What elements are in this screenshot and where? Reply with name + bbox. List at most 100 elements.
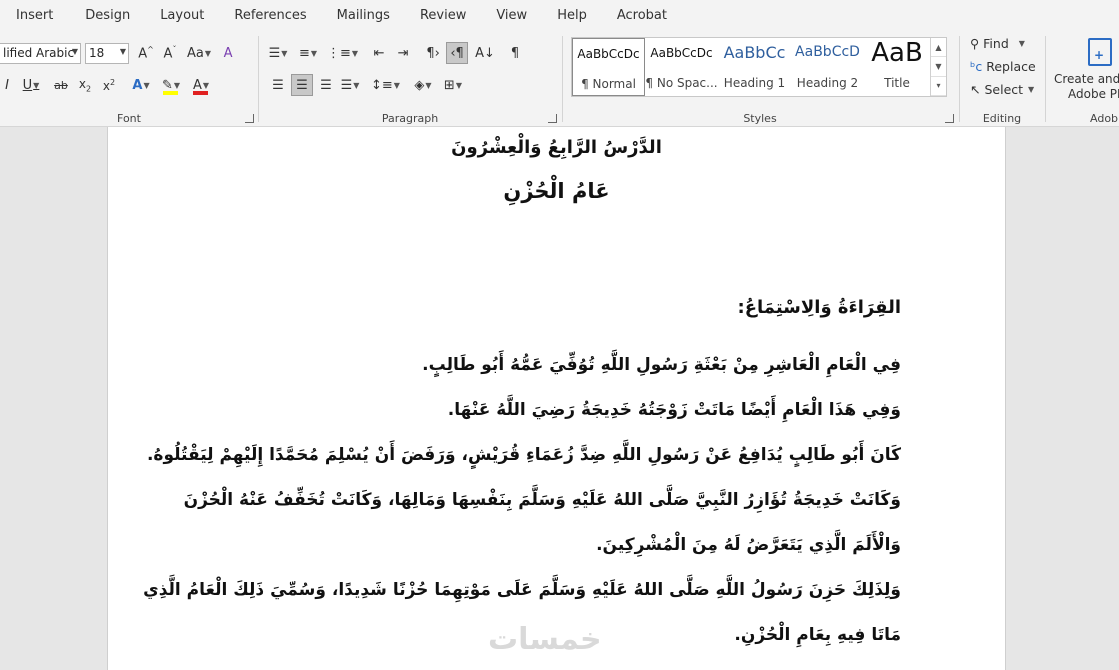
chevron-down-icon: ▼: [351, 48, 359, 58]
superscript-icon: x2: [102, 77, 116, 93]
italic-icon: I: [5, 77, 9, 93]
tab-view[interactable]: View: [492, 0, 531, 32]
bullet-list-icon: ☰: [268, 45, 281, 61]
create-pdf-icon[interactable]: +: [1088, 38, 1112, 66]
sort-button[interactable]: A↓: [474, 42, 496, 64]
chevron-down-icon: ▼: [119, 46, 126, 56]
create-pdf-label[interactable]: Create and S: [1054, 72, 1119, 86]
chevron-down-icon: ▼: [393, 80, 400, 90]
tab-acrobat[interactable]: Acrobat: [613, 0, 671, 32]
paragraph-line: وَكَانَتْ خَدِيجَةُ تُؤَازِرُ النَّبِيَّ…: [183, 490, 901, 510]
subscript-icon: x2: [78, 76, 92, 94]
align-center-button[interactable]: ☰: [291, 74, 313, 96]
font-color-button[interactable]: A ▼: [190, 74, 212, 96]
paragraph-line: وَلِذَلِكَ حَزِنَ رَسُولُ اللَّهِ صَلَّى…: [143, 580, 901, 600]
borders-button[interactable]: ⊞ ▼: [442, 74, 464, 96]
styles-group-label: Styles: [743, 112, 777, 125]
editing-group-label: Editing: [982, 112, 1022, 125]
text-effects-icon: A: [132, 77, 143, 93]
right-to-left-icon: ‹¶: [450, 45, 464, 61]
tab-mailings[interactable]: Mailings: [333, 0, 394, 32]
grow-font-button[interactable]: A^: [135, 42, 157, 64]
paragraph-line: فِي الْعَامِ الْعَاشِرِ مِنْ بَعْثَةِ رَ…: [422, 355, 901, 375]
numbered-list-icon: ≡: [298, 45, 310, 61]
font-color-swatch: [193, 91, 208, 95]
styles-dialog-launcher-icon[interactable]: ↘: [945, 114, 954, 123]
highlight-color-button[interactable]: ✎ ▼: [160, 74, 182, 96]
paragraph-line: مَاتَا فِيهِ بِعَامِ الْحُزْنِ.: [734, 625, 901, 645]
chevron-down-icon: ▼: [143, 80, 150, 90]
multilevel-list-icon: ⋮≡: [327, 45, 351, 61]
borders-icon: ⊞: [443, 77, 455, 93]
document-page[interactable]: الدَّرْسُ الرَّابِعُ وَالْعِشْرُونَ عَام…: [107, 127, 1006, 670]
rtl-button[interactable]: ‹¶: [446, 42, 469, 64]
bullets-button[interactable]: ☰ ▼: [267, 42, 289, 64]
decrease-indent-button[interactable]: ⇤: [368, 42, 390, 64]
chevron-down-icon: ▼: [33, 80, 40, 90]
tab-layout[interactable]: Layout: [156, 0, 208, 32]
change-case-icon: Aa: [187, 45, 204, 61]
styles-group: Styles ↘: [562, 32, 958, 127]
underline-icon: U: [22, 77, 33, 93]
adobe-group: + Create and S Adobe PD Adob: [1046, 32, 1119, 127]
chevron-down-icon: ▼: [281, 48, 288, 58]
chevron-down-icon: ▼: [71, 46, 78, 56]
chevron-down-icon: ▼: [310, 48, 318, 58]
paragraph-dialog-launcher-icon[interactable]: ↘: [548, 114, 557, 123]
align-right-icon: ☰: [320, 77, 332, 93]
create-pdf-label-2[interactable]: Adobe PD: [1068, 87, 1119, 101]
shrink-font-button[interactable]: Aˇ: [159, 42, 181, 64]
change-case-button[interactable]: Aa ▼: [187, 42, 211, 64]
shading-button[interactable]: ◈ ▼: [412, 74, 434, 96]
clear-formatting-icon: A: [223, 45, 233, 61]
strikethrough-icon: ab: [54, 78, 68, 92]
chevron-down-icon: ▼: [202, 80, 210, 90]
paragraph-group-label: Paragraph: [381, 112, 439, 125]
editing-group: Editing: [960, 32, 1044, 127]
font-size-combo[interactable]: 18 ▼: [85, 42, 129, 64]
font-name-combo[interactable]: lified Arabic ▼: [0, 42, 81, 64]
underline-button[interactable]: U ▼: [20, 74, 42, 96]
watermark: خمسات: [488, 622, 602, 657]
font-size-value: 18: [89, 46, 105, 60]
pilcrow-icon: ¶: [510, 45, 520, 61]
increase-indent-button[interactable]: ⇥: [392, 42, 414, 64]
line-spacing-icon: ↕≡: [371, 77, 393, 93]
adobe-group-label: Adob: [1090, 112, 1119, 125]
ribbon-tabs: Insert Design Layout References Mailings…: [0, 0, 1119, 32]
chevron-down-icon: ▼: [455, 80, 462, 90]
show-marks-button[interactable]: ¶: [504, 42, 526, 64]
tab-review[interactable]: Review: [416, 0, 470, 32]
multilevel-list-button[interactable]: ⋮≡ ▼: [327, 42, 358, 64]
paragraph-group: ☰ ▼ ≡ ▼ ⋮≡ ▼ ⇤ ⇥ ¶› ‹¶ A↓ ¶ ☰ ☰ ☰ ☰ ▼ ↕≡ ▼ ◈ ▼…: [259, 32, 561, 127]
numbering-button[interactable]: ≡ ▼: [297, 42, 319, 64]
strikethrough-button[interactable]: ab: [50, 74, 72, 96]
italic-button[interactable]: I: [0, 74, 14, 96]
font-dialog-launcher-icon[interactable]: ↘: [245, 114, 254, 123]
align-center-icon: ☰: [296, 77, 308, 93]
tab-design[interactable]: Design: [81, 0, 134, 32]
ltr-button[interactable]: ¶›: [422, 42, 444, 64]
shrink-font-icon: Aˇ: [163, 44, 177, 62]
section-heading: القِرَاءَةُ وَالِاسْتِمَاعُ:: [737, 297, 901, 318]
justify-button[interactable]: ☰ ▼: [339, 74, 361, 96]
left-to-right-icon: ¶›: [426, 45, 440, 61]
clear-formatting-button[interactable]: A: [217, 42, 239, 64]
line-spacing-button[interactable]: ↕≡ ▼: [371, 74, 400, 96]
text-effects-button[interactable]: A ▼: [130, 74, 152, 96]
tab-insert[interactable]: Insert: [12, 0, 57, 32]
tab-references[interactable]: References: [230, 0, 310, 32]
tab-help[interactable]: Help: [553, 0, 591, 32]
ribbon: lified Arabic ▼ 18 ▼ A^ Aˇ Aa ▼ A I U ▼ ab x…: [0, 32, 1119, 127]
paint-bucket-icon: ◈: [414, 77, 425, 93]
superscript-button[interactable]: x2: [98, 74, 120, 96]
subscript-button[interactable]: x2: [74, 74, 96, 96]
lesson-subtitle: عَامُ الْحُزْنِ: [503, 179, 610, 203]
align-right-button[interactable]: ☰: [315, 74, 337, 96]
paragraph-line: كَانَ أَبُو طَالِبٍ يُدَافِعُ عَنْ رَسُو…: [146, 445, 901, 465]
chevron-down-icon: ▼: [425, 80, 432, 90]
align-left-button[interactable]: ☰: [267, 74, 289, 96]
chevron-down-icon: ▼: [204, 48, 212, 58]
highlight-swatch: [163, 91, 178, 95]
lesson-title: الدَّرْسُ الرَّابِعُ وَالْعِشْرُونَ: [451, 137, 662, 158]
